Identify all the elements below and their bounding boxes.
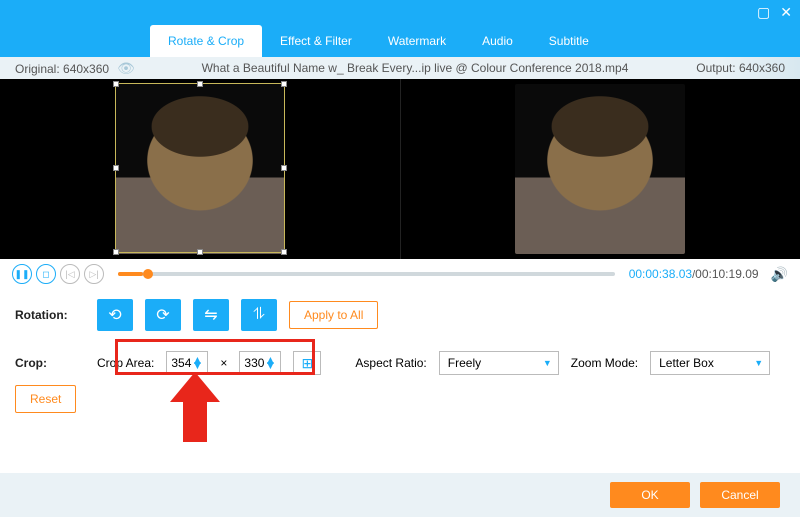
volume-icon[interactable]: 🔊	[771, 266, 788, 283]
video-thumbnail	[515, 84, 685, 254]
cancel-button[interactable]: Cancel	[700, 482, 780, 508]
tab-subtitle[interactable]: Subtitle	[531, 25, 607, 57]
reset-button[interactable]: Reset	[15, 385, 76, 413]
multiply-symbol: ×	[220, 356, 227, 370]
pause-button[interactable]: ❚❚	[12, 264, 32, 284]
arrow-annotation	[170, 372, 220, 442]
rotate-cw-button[interactable]: ⟳	[145, 299, 181, 331]
output-size-label: Output: 640x360	[655, 61, 785, 75]
preview-original[interactable]	[0, 79, 400, 259]
flip-vertical-button[interactable]: ⥮	[241, 299, 277, 331]
eye-icon[interactable]: 👁	[117, 60, 135, 76]
titlebar: ▢ ✕	[0, 0, 800, 25]
prev-frame-button[interactable]: |◁	[60, 264, 80, 284]
preview-area	[0, 79, 800, 259]
rotation-section: Rotation: ⟲ ⟳ ⇋ ⥮ Apply to All	[0, 289, 800, 341]
zoom-mode-select[interactable]: Letter Box	[650, 351, 770, 375]
aspect-ratio-select[interactable]: Freely	[439, 351, 559, 375]
crop-section: Crop: Crop Area: 354▲▼ × 330▲▼ ⊞ Aspect …	[0, 341, 800, 385]
reset-section: Reset	[0, 385, 800, 423]
seek-bar[interactable]	[118, 272, 615, 276]
time-display: 00:00:38.03/00:10:19.09	[629, 267, 759, 281]
crop-height-input[interactable]: 330▲▼	[239, 351, 281, 375]
rotate-ccw-button[interactable]: ⟲	[97, 299, 133, 331]
flip-horizontal-button[interactable]: ⇋	[193, 299, 229, 331]
tab-audio[interactable]: Audio	[464, 25, 531, 57]
apply-to-all-button[interactable]: Apply to All	[289, 301, 378, 329]
playback-controls: ❚❚ ◻ |◁ ▷| 00:00:38.03/00:10:19.09 🔊	[0, 259, 800, 289]
aspect-ratio-label: Aspect Ratio:	[355, 356, 426, 370]
info-bar: Original: 640x360 👁 What a Beautiful Name…	[0, 57, 800, 79]
filename-label: What a Beautiful Name w_ Break Every...i…	[175, 61, 655, 75]
tab-effect-filter[interactable]: Effect & Filter	[262, 25, 370, 57]
maximize-button[interactable]: ▢	[757, 4, 770, 21]
tab-rotate-crop[interactable]: Rotate & Crop	[150, 25, 262, 57]
ok-button[interactable]: OK	[610, 482, 690, 508]
zoom-mode-label: Zoom Mode:	[571, 356, 638, 370]
tab-bar: Rotate & Crop Effect & Filter Watermark …	[0, 25, 800, 57]
original-size-label: Original: 640x360	[15, 62, 109, 76]
next-frame-button[interactable]: ▷|	[84, 264, 104, 284]
crop-area-label: Crop Area:	[97, 356, 154, 370]
tab-watermark[interactable]: Watermark	[370, 25, 464, 57]
crop-grid-icon[interactable]: ⊞	[293, 351, 321, 375]
close-button[interactable]: ✕	[780, 4, 792, 21]
crop-selection[interactable]	[115, 83, 285, 253]
preview-output	[400, 79, 800, 259]
crop-label: Crop:	[15, 356, 85, 370]
footer: OK Cancel	[0, 473, 800, 517]
rotation-label: Rotation:	[15, 308, 85, 322]
stop-button[interactable]: ◻	[36, 264, 56, 284]
seek-thumb[interactable]	[143, 269, 153, 279]
